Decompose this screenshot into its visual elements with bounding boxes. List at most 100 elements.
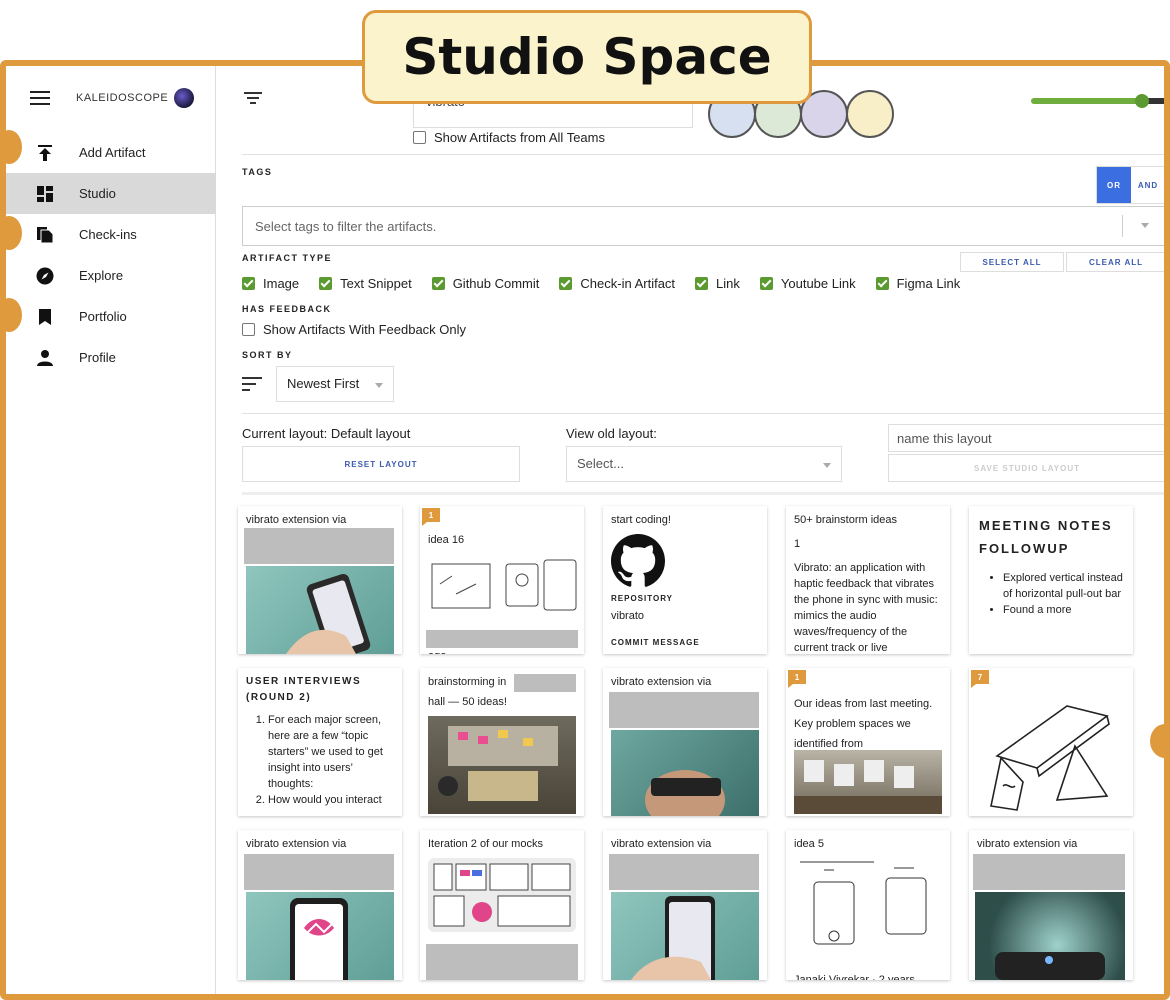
type-checkbox-github-commit[interactable]: Github Commit <box>431 276 540 291</box>
card-body: Vibrato: an application with haptic feed… <box>794 562 938 654</box>
redacted-block <box>244 528 394 564</box>
meeting-photo <box>794 750 942 814</box>
redacted-block <box>609 854 759 890</box>
reset-layout-button[interactable]: RESET LAYOUT <box>242 446 520 482</box>
menu-icon[interactable] <box>30 91 50 105</box>
card-title: idea 5 <box>794 838 824 850</box>
copy-icon <box>36 226 54 244</box>
tag-filter-placeholder: Select tags to filter the artifacts. <box>255 219 437 234</box>
filter-icon[interactable] <box>244 92 262 104</box>
card-title: vibrato extension via <box>246 514 347 526</box>
type-checkbox-check-in-artifact[interactable]: Check-in Artifact <box>559 276 675 291</box>
artifact-card[interactable]: brainstorming in hall — 50 ideas! <box>420 668 584 816</box>
sidebar-item-portfolio[interactable]: Portfolio <box>6 296 216 337</box>
type-label: Github Commit <box>452 276 540 291</box>
has-feedback-label: HAS FEEDBACK <box>242 304 332 314</box>
repository-name: vibrato <box>611 610 645 622</box>
old-layout-select[interactable]: Select... <box>566 446 842 482</box>
type-checkbox-image[interactable]: Image <box>242 276 299 291</box>
type-checkbox-youtube-link[interactable]: Youtube Link <box>759 276 856 291</box>
card-heading: USER INTERVIEWS (ROUND 2) <box>246 676 362 703</box>
artifact-card[interactable]: 1 Our ideas from last meeting. Key probl… <box>786 668 950 816</box>
type-checkbox-figma-link[interactable]: Figma Link <box>875 276 961 291</box>
brand-name: KALEIDOSCOPE <box>76 92 169 104</box>
artifact-card[interactable]: 50+ brainstorm ideas 1 Vibrato: an appli… <box>786 506 950 654</box>
type-checkbox-text-snippet[interactable]: Text Snippet <box>319 276 412 291</box>
tag-filter-input[interactable]: Select tags to filter the artifacts. <box>242 206 1164 246</box>
chevron-down-icon <box>823 463 831 468</box>
artifact-card[interactable]: vibrato extension via <box>238 506 402 654</box>
card-bullet: Found a more <box>1003 602 1125 618</box>
dashboard-icon <box>36 185 54 203</box>
artifact-card[interactable]: vibrato extension via <box>603 668 767 816</box>
card-bullet: Explored vertical instead of horizontal … <box>1003 570 1125 602</box>
card-title: Our ideas from last meeting. Key problem… <box>794 698 933 750</box>
person-icon <box>36 349 54 367</box>
feedback-only-checkbox[interactable]: Show Artifacts With Feedback Only <box>242 322 466 337</box>
sidebar-item-label: Check-ins <box>79 227 137 242</box>
compass-icon <box>36 267 54 285</box>
sort-row: Newest First <box>242 366 394 402</box>
type-label: Image <box>263 276 300 291</box>
checkbox-icon <box>242 323 255 336</box>
redacted-block <box>426 944 578 980</box>
artifact-image <box>611 892 759 980</box>
sidebar-item-profile[interactable]: Profile <box>6 337 216 378</box>
sort-by-label: SORT BY <box>242 350 293 360</box>
and-toggle-button[interactable]: AND <box>1131 167 1164 203</box>
artifact-card[interactable]: 7 <box>969 668 1133 816</box>
view-old-layout-label: View old layout: <box>566 426 657 441</box>
sidebar-item-label: Explore <box>79 268 124 283</box>
artifact-card[interactable]: vibrato extension via <box>969 830 1133 980</box>
sidebar-item-studio[interactable]: Studio <box>6 173 216 214</box>
team-color-circle[interactable] <box>846 90 894 138</box>
main-panel: vibrato Show Artifacts from All Teams TA… <box>216 66 1164 994</box>
card-title: vibrato extension via <box>246 838 347 850</box>
type-label: Check-in Artifact <box>580 276 676 291</box>
checkbox-checked-icon <box>319 277 333 290</box>
sort-icon[interactable] <box>242 377 262 391</box>
brand: KALEIDOSCOPE <box>30 88 195 108</box>
type-label: Figma Link <box>896 276 961 291</box>
artifact-card[interactable]: 1 idea 16 ago <box>420 506 584 654</box>
artifact-card[interactable]: vibrato extension via <box>603 830 767 980</box>
all-teams-checkbox[interactable]: Show Artifacts from All Teams <box>413 130 605 145</box>
or-toggle-button[interactable]: OR <box>1097 167 1131 203</box>
artifact-type-options: Image Text Snippet Github Commit Check-i… <box>242 276 980 291</box>
artifact-card[interactable]: idea 5 Janaki Vivrekar · 2 years <box>786 830 950 980</box>
checkbox-checked-icon <box>559 277 573 290</box>
sidebar-item-explore[interactable]: Explore <box>6 255 216 296</box>
sidebar-item-label: Profile <box>79 350 116 365</box>
artifact-card[interactable]: vibrato extension via <box>238 830 402 980</box>
card-title: 50+ brainstorm ideas <box>794 514 898 526</box>
select-all-button[interactable]: SELECT ALL <box>960 252 1064 272</box>
comment-count-badge: 7 <box>971 670 989 688</box>
sidebar-item-add-artifact[interactable]: Add Artifact <box>6 132 216 173</box>
artifact-card[interactable]: MEETING NOTES FOLLOWUP Explored vertical… <box>969 506 1133 654</box>
slider-thumb[interactable] <box>1135 94 1149 108</box>
clear-all-button[interactable]: CLEAR ALL <box>1066 252 1164 272</box>
zoom-slider[interactable] <box>1031 94 1164 108</box>
checkbox-icon <box>413 131 426 144</box>
comment-count-badge: 1 <box>788 670 806 688</box>
card-title: Iteration 2 of our mocks <box>428 838 543 850</box>
type-checkbox-link[interactable]: Link <box>695 276 740 291</box>
sketch-image <box>426 554 578 622</box>
artifact-image <box>611 730 759 816</box>
card-list-item: For each major screen, here are a few “t… <box>268 712 394 792</box>
artifact-card[interactable]: start coding! REPOSITORY vibrato COMMIT … <box>603 506 767 654</box>
layout-name-input[interactable]: name this layout <box>888 424 1164 452</box>
sort-select[interactable]: Newest First <box>276 366 394 402</box>
comment-count-badge: 1 <box>422 508 440 526</box>
artifact-type-label: ARTIFACT TYPE <box>242 253 333 263</box>
sketch-image <box>794 856 942 960</box>
save-layout-button[interactable]: SAVE STUDIO LAYOUT <box>888 454 1164 482</box>
artifact-card[interactable]: Iteration 2 of our mocks <box>420 830 584 980</box>
card-heading: MEETING NOTES FOLLOWUP <box>979 518 1113 556</box>
brand-logo <box>174 88 195 108</box>
type-label: Text Snippet <box>340 276 412 291</box>
sidebar-item-check-ins[interactable]: Check-ins <box>6 214 216 255</box>
title-banner: Studio Space <box>362 10 812 104</box>
artifact-card[interactable]: USER INTERVIEWS (ROUND 2) For each major… <box>238 668 402 816</box>
redacted-block <box>514 674 576 692</box>
